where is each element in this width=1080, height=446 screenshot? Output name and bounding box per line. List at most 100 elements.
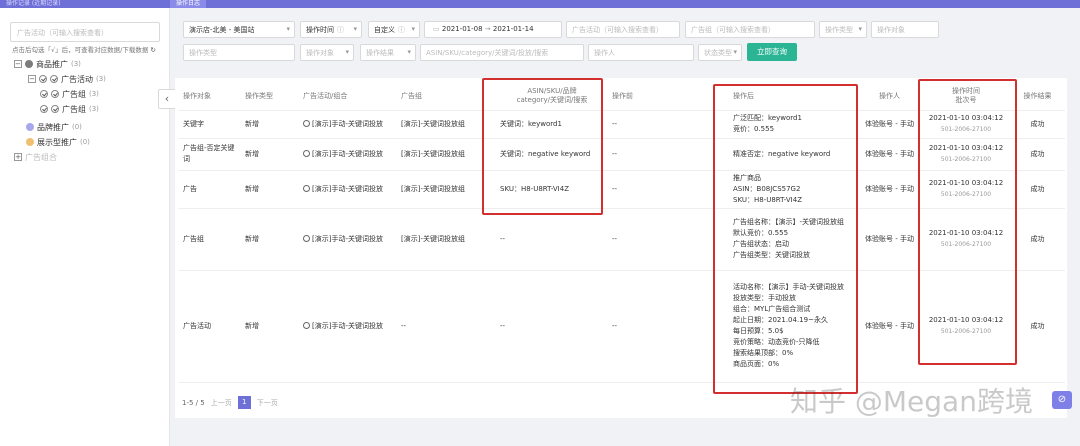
info-icon: ⓘ [398, 26, 405, 34]
campaign-status-icon [303, 119, 310, 127]
tree-label: 广告组合 [25, 152, 57, 162]
chevron-down-icon: ▾ [407, 48, 411, 56]
tree-item-adgroup-2[interactable]: 广告组 (3) [40, 103, 99, 115]
cell-result: 成功 [1010, 208, 1065, 271]
cell-adgroup[interactable]: [演示]-关键词投放组 [397, 208, 496, 271]
tab-history[interactable]: 操作记录 (近期记录) [6, 0, 61, 8]
pagination: 1-5 / 5 上一页 1 下一页 [182, 396, 278, 409]
chevron-down-icon: ▾ [286, 25, 290, 33]
operator-input[interactable]: 操作人 [588, 44, 694, 61]
highlight-box-asin [482, 78, 603, 215]
watermark: 知乎 @Megan跨境 [790, 385, 1033, 418]
op-target-select[interactable]: 操作对象 ▾ [300, 44, 354, 61]
pager-summary: 1-5 / 5 [182, 398, 205, 407]
col-object: 操作对象 [179, 83, 241, 111]
refresh-icon[interactable]: ↻ [150, 46, 155, 54]
col-operator: 操作人 [857, 83, 922, 111]
sidebar: 广告活动（可输入搜索查看） 点击后勾选「√」后，可查看对应数据/下载数据 ↻ − … [0, 8, 170, 446]
sb-icon [26, 123, 34, 131]
cell-before: -- [608, 110, 729, 139]
chevron-down-icon: ▾ [353, 25, 357, 33]
op-object-select[interactable]: 操作对象 [871, 21, 939, 38]
cell-result: 成功 [1010, 170, 1065, 209]
cell-object: 广告 [179, 170, 241, 209]
cell-type: 新增 [241, 138, 299, 171]
date-range-picker[interactable]: ▭ 2021-01-08 → 2021-01-14 [424, 21, 562, 38]
chevron-down-icon: ▾ [345, 48, 349, 56]
tree-label: 品牌推广 [37, 122, 69, 132]
cell-before: -- [608, 170, 729, 209]
cell-before: -- [608, 270, 729, 383]
time-type-select[interactable]: 操作时间 ⓘ ▾ [300, 21, 362, 38]
tree-label: 广告活动 [61, 74, 93, 84]
cell-adgroup[interactable]: -- [397, 270, 496, 383]
cell-campaign[interactable]: [演示]手动-关键词投放 [299, 270, 397, 383]
sidebar-hint: 点击后勾选「√」后，可查看对应数据/下载数据 ↻ [12, 46, 156, 54]
info-icon: ⓘ [337, 26, 344, 34]
checkbox-icon[interactable] [39, 75, 47, 83]
adgroup-select[interactable]: 广告组（可输入搜索查看） [685, 21, 815, 38]
sidebar-search-input[interactable]: 广告活动（可输入搜索查看） [10, 22, 160, 42]
tab-operation-log[interactable]: 操作日志 [170, 0, 207, 8]
campaign-select[interactable]: 广告活动（可输入搜索查看） [566, 21, 680, 38]
tree-item-sp[interactable]: − 商品推广 (3) [14, 58, 81, 70]
tree-label: 广告组 [62, 89, 86, 99]
cell-object: 广告组-否定关键词 [179, 138, 241, 171]
tree-label: 商品推广 [36, 59, 68, 69]
chevron-down-icon: ▾ [858, 25, 862, 33]
checkbox-icon[interactable] [51, 105, 59, 113]
cell-operator: 体验账号 - 手动 [857, 138, 922, 171]
campaign-status-icon [303, 149, 310, 157]
tree-item-adgroup-1[interactable]: 广告组 (3) [40, 88, 99, 100]
tree-count: (3) [89, 105, 99, 113]
tree-item-portfolio[interactable]: + 广告组合 [14, 151, 57, 163]
cell-result: 成功 [1010, 110, 1065, 139]
range-type-select[interactable]: 自定义 ⓘ ▾ [368, 21, 420, 38]
cell-campaign[interactable]: [演示]手动-关键词投放 [299, 208, 397, 271]
query-button[interactable]: 立即查询 [747, 43, 797, 61]
op-result-select[interactable]: 操作结果 ▾ [360, 44, 416, 61]
next-page-button[interactable]: 下一页 [257, 398, 278, 408]
cell-before: -- [608, 208, 729, 271]
chevron-down-icon: ▾ [411, 25, 415, 33]
cell-object: 广告组 [179, 208, 241, 271]
cell-asin: -- [496, 208, 608, 271]
prev-page-button[interactable]: 上一页 [211, 398, 232, 408]
collapse-toggle-icon[interactable]: − [28, 75, 36, 83]
page-1-button[interactable]: 1 [237, 396, 251, 409]
cell-operator: 体验账号 - 手动 [857, 270, 922, 383]
tree-item-sb[interactable]: 品牌推广 (0) [26, 121, 82, 133]
col-campaign: 广告活动/组合 [299, 83, 397, 111]
help-button[interactable]: ⊘ [1052, 391, 1072, 409]
cell-object: 广告活动 [179, 270, 241, 383]
cell-type: 新增 [241, 170, 299, 209]
col-before: 操作前 [608, 83, 729, 111]
checkbox-icon[interactable] [50, 75, 58, 83]
collapse-sidebar-button[interactable]: ‹ [158, 89, 176, 109]
tree-count: (3) [89, 90, 99, 98]
chevron-down-icon: ▾ [733, 48, 737, 56]
cell-operator: 体验账号 - 手动 [857, 110, 922, 139]
cell-campaign[interactable]: [演示]手动-关键词投放 [299, 170, 397, 209]
checkbox-icon[interactable] [51, 90, 59, 98]
checkbox-icon[interactable] [40, 90, 48, 98]
cell-campaign[interactable]: [演示]手动-关键词投放 [299, 110, 397, 139]
shop-select[interactable]: 演示店-北美 - 美国站 ▾ [183, 21, 295, 38]
calendar-icon: ▭ [433, 25, 440, 33]
cell-campaign[interactable]: [演示]手动-关键词投放 [299, 138, 397, 171]
op-type-select[interactable]: 操作类型 ▾ [819, 21, 867, 38]
status-select[interactable]: 状态类型 ▾ [698, 44, 742, 61]
op-module-select[interactable]: 操作类型 [183, 44, 295, 61]
checkbox-icon[interactable] [40, 105, 48, 113]
col-result: 操作结果 [1010, 83, 1065, 111]
keyword-search-input[interactable]: ASIN/SKU/category/关键词/投放/搜索 [420, 44, 584, 61]
tree-label: 广告组 [62, 104, 86, 114]
tree-item-sd[interactable]: 展示型推广 (0) [26, 136, 90, 148]
expand-toggle-icon[interactable]: + [14, 153, 22, 161]
tree-count: (3) [96, 75, 106, 83]
cell-result: 成功 [1010, 138, 1065, 171]
sd-icon [26, 138, 34, 146]
tree-item-campaign[interactable]: − 广告活动 (3) [28, 73, 106, 85]
collapse-toggle-icon[interactable]: − [14, 60, 22, 68]
cell-operator: 体验账号 - 手动 [857, 170, 922, 209]
